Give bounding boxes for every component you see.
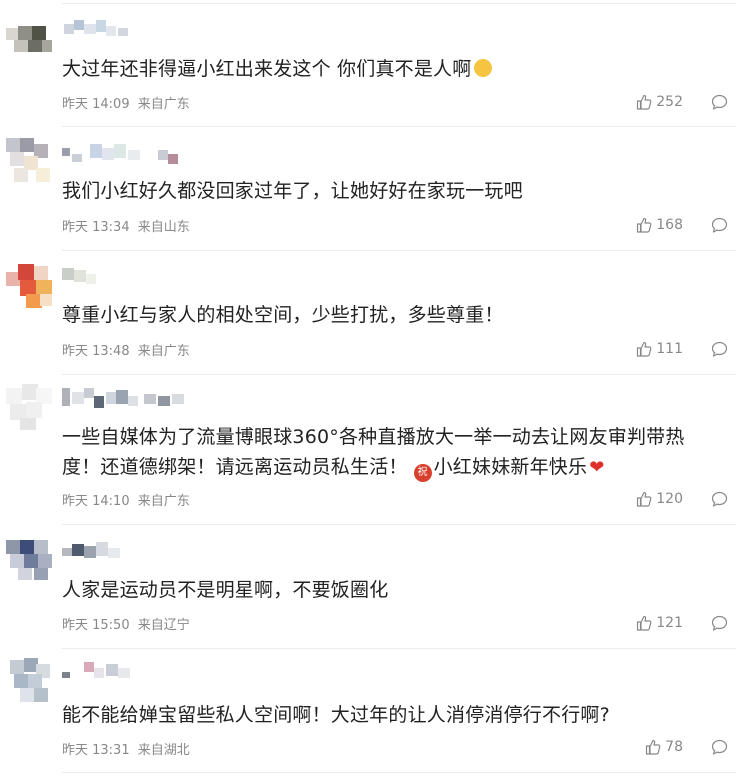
like-button[interactable]: 78 <box>645 739 683 755</box>
avatar[interactable] <box>6 14 54 62</box>
comment-location: 来自广东 <box>137 97 190 112</box>
speech-bubble-icon <box>711 615 728 631</box>
comment-actions: 121 <box>636 613 728 633</box>
divider <box>62 126 736 127</box>
comment-actions: 111 <box>636 339 728 359</box>
comment-text: 我们小红好久都没回家过年了，让她好好在家玩一玩吧 <box>62 180 523 202</box>
comment-meta: 昨天 13:48 来自广东 <box>62 340 190 359</box>
reply-button[interactable] <box>711 491 728 507</box>
reply-button[interactable] <box>711 341 728 357</box>
speech-bubble-icon <box>711 94 728 110</box>
comment-text-line: 度！还道德绑架！请远离运动员私生活！祝小红妹妹新年快乐 ❤ <box>62 452 712 483</box>
username-blurred[interactable] <box>62 540 134 564</box>
comment-location: 来自山东 <box>137 220 190 235</box>
speech-bubble-icon <box>711 491 728 507</box>
comment-meta: 昨天 13:34 来自山东 <box>62 216 190 235</box>
comment-time: 昨天 15:50 <box>62 618 130 633</box>
comment-actions: 78 <box>645 737 728 757</box>
comment-meta: 昨天 14:10 来自广东 <box>62 490 190 509</box>
heart-emoji-icon: ❤ <box>589 457 605 478</box>
like-count: 78 <box>665 739 683 755</box>
username-blurred[interactable] <box>62 264 102 288</box>
avatar[interactable] <box>6 138 54 186</box>
comment-actions: 120 <box>636 489 728 509</box>
speech-bubble-icon <box>711 341 728 357</box>
thumb-up-icon <box>637 94 652 110</box>
thumb-up-icon <box>637 217 652 233</box>
like-button[interactable]: 121 <box>636 615 683 631</box>
comment-time: 昨天 14:09 <box>62 97 130 112</box>
thumb-up-icon <box>646 739 661 755</box>
comment-text: 尊重小红与家人的相处空间，少些打扰，多些尊重！ <box>62 304 504 326</box>
comment-actions: 252 <box>636 92 728 112</box>
like-count: 252 <box>656 94 683 110</box>
top-divider <box>62 3 736 4</box>
reply-button[interactable] <box>711 739 728 755</box>
blessing-emoji-icon: 祝 <box>413 464 432 482</box>
thumb-up-icon <box>637 615 652 631</box>
username-blurred[interactable] <box>62 142 186 166</box>
comment-location: 来自辽宁 <box>137 618 190 633</box>
username-blurred[interactable] <box>62 14 142 38</box>
reply-button[interactable] <box>711 615 728 631</box>
avatar[interactable] <box>6 658 54 706</box>
smile-emoji-icon <box>474 59 493 77</box>
comment-location: 来自广东 <box>137 494 190 509</box>
divider <box>62 772 736 773</box>
divider <box>62 648 736 649</box>
comment-time: 昨天 14:10 <box>62 494 130 509</box>
avatar[interactable] <box>6 262 54 310</box>
username-blurred[interactable] <box>62 660 142 684</box>
like-button[interactable]: 252 <box>636 94 683 110</box>
comment-time: 昨天 13:31 <box>62 743 130 758</box>
like-button[interactable]: 168 <box>636 217 683 233</box>
comment-text: 人家是运动员不是明星啊，不要饭圈化 <box>62 579 389 601</box>
avatar[interactable] <box>6 384 54 432</box>
comment-text-line: 一些自媒体为了流量博眼球360°各种直播放大一举一动去让网友审判带热 <box>62 426 685 448</box>
comment-text: 大过年还非得逼小红出来发这个 你们真不是人啊 <box>62 54 712 84</box>
reply-button[interactable] <box>711 217 728 233</box>
thumb-up-icon <box>637 341 652 357</box>
comment-time: 昨天 13:34 <box>62 220 130 235</box>
username-blurred[interactable] <box>62 388 202 412</box>
comment-meta: 昨天 15:50 来自辽宁 <box>62 614 190 633</box>
divider <box>62 524 736 525</box>
like-button[interactable]: 120 <box>636 491 683 507</box>
comment-actions: 168 <box>636 215 728 235</box>
comment-text: 一些自媒体为了流量博眼球360°各种直播放大一举一动去让网友审判带热 度！还道德… <box>62 422 712 483</box>
like-count: 121 <box>656 615 683 631</box>
like-count: 111 <box>656 341 683 357</box>
like-count: 168 <box>656 217 683 233</box>
thumb-up-icon <box>637 491 652 507</box>
like-button[interactable]: 111 <box>636 341 683 357</box>
comment-text: 能不能给婵宝留些私人空间啊！大过年的让人消停消停行不行啊? <box>62 704 610 726</box>
comment-meta: 昨天 13:31 来自湖北 <box>62 739 190 758</box>
comment-time: 昨天 13:48 <box>62 344 130 359</box>
comment-location: 来自广东 <box>137 344 190 359</box>
comment-location: 来自湖北 <box>137 743 190 758</box>
like-count: 120 <box>656 491 683 507</box>
speech-bubble-icon <box>711 217 728 233</box>
divider <box>62 374 736 375</box>
divider <box>62 250 736 251</box>
speech-bubble-icon <box>711 739 728 755</box>
avatar[interactable] <box>6 536 54 584</box>
comment-meta: 昨天 14:09 来自广东 <box>62 93 190 112</box>
reply-button[interactable] <box>711 94 728 110</box>
